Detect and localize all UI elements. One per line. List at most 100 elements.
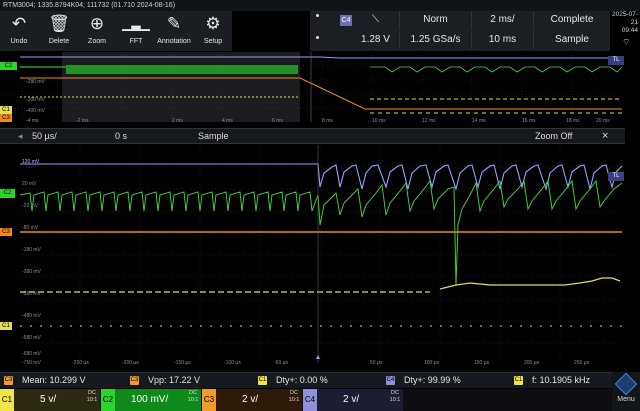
- timebase[interactable]: 2 ms/: [472, 11, 534, 29]
- svg-text:-150 µs: -150 µs: [174, 360, 191, 366]
- trash-icon: 🗑: [48, 14, 70, 33]
- svg-text:20 ms: 20 ms: [596, 118, 610, 124]
- svg-text:18 ms: 18 ms: [566, 118, 580, 124]
- trigger-slope-icon[interactable]: ⟍: [352, 11, 400, 29]
- overview-c3-label[interactable]: C3: [0, 114, 12, 122]
- meas-chip-3[interactable]: C4: [386, 376, 395, 385]
- annotation-button[interactable]: ✎ Annotation: [155, 11, 193, 51]
- overview-panel[interactable]: -280 mV -300 mV -400 mV -4 ms -2 ms 2 ms…: [0, 52, 625, 125]
- svg-text:12 ms: 12 ms: [422, 118, 436, 124]
- overview-trigger-level-marker[interactable]: TL: [608, 56, 624, 65]
- meas-chip-2[interactable]: C1: [258, 376, 267, 385]
- acquisition-state[interactable]: Complete: [534, 11, 610, 29]
- zoom-off-button[interactable]: Zoom Off: [535, 129, 572, 143]
- meas-chip-1[interactable]: C3: [130, 376, 139, 385]
- channel-3-button[interactable]: C3 2 v/ DC 10:1: [202, 389, 302, 411]
- svg-text:150 µs: 150 µs: [474, 360, 490, 366]
- svg-text:-4 ms: -4 ms: [26, 118, 39, 124]
- svg-text:4 ms: 4 ms: [222, 118, 233, 124]
- menu-label: Menu: [617, 396, 635, 403]
- menu-collapse-handle[interactable]: [310, 11, 342, 39]
- channel-2-button[interactable]: C2 100 mV/ DC 10:1: [101, 389, 201, 411]
- trigger-source-badge[interactable]: C4: [340, 15, 352, 26]
- svg-text:-680 mV: -680 mV: [22, 351, 42, 357]
- overview-ylabel-2: -400 mV: [26, 108, 46, 114]
- meas-chip-4[interactable]: C1: [514, 376, 523, 385]
- svg-text:2 ms: 2 ms: [172, 118, 183, 124]
- delete-button[interactable]: 🗑 Delete: [40, 11, 78, 51]
- svg-text:10 ms: 10 ms: [372, 118, 386, 124]
- svg-text:-580 mV: -580 mV: [22, 335, 42, 341]
- acquisition-mode[interactable]: Sample: [534, 31, 610, 49]
- zoom-button[interactable]: ⊕ Zoom: [78, 11, 116, 51]
- undo-button[interactable]: ↶ Undo: [0, 11, 38, 51]
- svg-text:-100 µs: -100 µs: [224, 360, 241, 366]
- zoom-bar: ◂ 50 µs/ 0 s Sample Zoom Off ×: [0, 128, 625, 144]
- date: 2025-07-21: [611, 11, 638, 26]
- trigger-level[interactable]: 1.28 V: [352, 31, 400, 49]
- overview-ylabel-1: -300 mV: [26, 97, 46, 103]
- overview-c2-label[interactable]: C2: [0, 62, 17, 70]
- main-waveform-panel[interactable]: 120 mV 20 mV -20 mV -80 mV -180 mV -280 …: [0, 145, 625, 367]
- overview-ylabel-0: -280 mV: [26, 79, 46, 85]
- svg-text:-750 mV: -750 mV: [22, 360, 42, 366]
- overview-waveform: -280 mV -300 mV -400 mV -4 ms -2 ms 2 ms…: [0, 52, 623, 124]
- svg-text:200 µs: 200 µs: [524, 360, 540, 366]
- svg-text:16 ms: 16 ms: [522, 118, 536, 124]
- channel-4-button[interactable]: C4 2 v/ DC 10:1: [303, 389, 403, 411]
- svg-text:-280 mV: -280 mV: [22, 269, 42, 275]
- measurement-bar: C3 Mean: 10.299 V C3 Vpp: 17.22 V C1 Dty…: [0, 372, 640, 388]
- meas-duty-c1[interactable]: Dty+: 0.00 %: [276, 373, 328, 388]
- svg-text:20 mV: 20 mV: [22, 181, 37, 187]
- svg-text:100 µs: 100 µs: [424, 360, 440, 366]
- gear-icon: ⚙: [205, 14, 221, 33]
- zoom-icon: ⊕: [89, 14, 105, 33]
- meas-chip-0[interactable]: C3: [4, 376, 13, 385]
- main-c2-label[interactable]: C2: [0, 189, 15, 198]
- trigger-mode[interactable]: Norm: [400, 11, 472, 29]
- svg-text:-80 mV: -80 mV: [22, 225, 39, 231]
- fft-button[interactable]: ▁▃▁ FFT: [117, 11, 155, 51]
- datetime: 2025-07-21 09:44: [610, 11, 638, 34]
- sample-rate[interactable]: 1.25 GSa/s: [400, 31, 472, 49]
- meas-frequency[interactable]: f: 10.1905 kHz: [532, 373, 590, 388]
- zoom-position[interactable]: 0 s: [115, 129, 127, 143]
- acquisition-panel: C4 ⟍ 1.28 V Norm 1.25 GSa/s 2 ms/ 10 ms …: [310, 11, 610, 51]
- main-c1-label[interactable]: C1: [0, 322, 12, 330]
- overview-c1-label[interactable]: C1: [0, 106, 12, 114]
- channel-1-button[interactable]: C1 5 v/ DC 10:1: [0, 389, 100, 411]
- zoom-mode[interactable]: Sample: [198, 129, 229, 143]
- svg-text:14 ms: 14 ms: [472, 118, 486, 124]
- svg-text:-480 mV: -480 mV: [22, 313, 42, 319]
- svg-text:-180 mV: -180 mV: [22, 247, 42, 253]
- meas-duty-c4[interactable]: Dty+: 99.99 %: [404, 373, 461, 388]
- svg-text:-380 mV: -380 mV: [22, 291, 42, 297]
- main-c3-label[interactable]: C3: [0, 228, 12, 236]
- svg-text:-2 ms: -2 ms: [76, 118, 89, 124]
- undo-icon: ↶: [11, 14, 27, 33]
- channel-bar: C1 5 v/ DC 10:1 C2 100 mV/ DC 10:1 C3 2 v/…: [0, 389, 640, 411]
- toolbar: ↶ Undo 🗑 Delete ⊕ Zoom ▁▃▁ FFT ✎ Annotat…: [0, 11, 232, 51]
- svg-text:-200 µs: -200 µs: [122, 360, 139, 366]
- fft-icon: ▁▃▁: [122, 17, 150, 31]
- zoom-close-button[interactable]: ×: [602, 129, 608, 143]
- zoom-left-arrow[interactable]: ◂: [18, 129, 23, 143]
- zoom-scale[interactable]: 50 µs/: [32, 129, 57, 143]
- main-trigger-level-marker[interactable]: TL: [608, 172, 624, 181]
- window-title: RTM3004; 1335.8794K04; 111732 (01.710 20…: [0, 0, 640, 11]
- time: 09:44: [621, 27, 638, 34]
- main-waveform: 120 mV 20 mV -20 mV -80 mV -180 mV -280 …: [19, 145, 623, 366]
- svg-text:250 µs: 250 µs: [574, 360, 590, 366]
- svg-text:-250 µs: -250 µs: [72, 360, 89, 366]
- network-icon: ⌔: [622, 37, 631, 47]
- svg-text:120 mV: 120 mV: [22, 159, 40, 165]
- svg-text:-20 mV: -20 mV: [22, 203, 39, 209]
- meas-mean[interactable]: Mean: 10.299 V: [22, 373, 86, 388]
- menu-button[interactable]: Menu: [612, 372, 640, 411]
- record-length[interactable]: 10 ms: [472, 31, 534, 49]
- pen-icon: ✎: [166, 14, 182, 33]
- meas-vpp[interactable]: Vpp: 17.22 V: [148, 373, 200, 388]
- menu-logo-icon: [614, 372, 638, 396]
- setup-button[interactable]: ⚙ Setup: [194, 11, 232, 51]
- svg-text:50 µs: 50 µs: [370, 360, 383, 366]
